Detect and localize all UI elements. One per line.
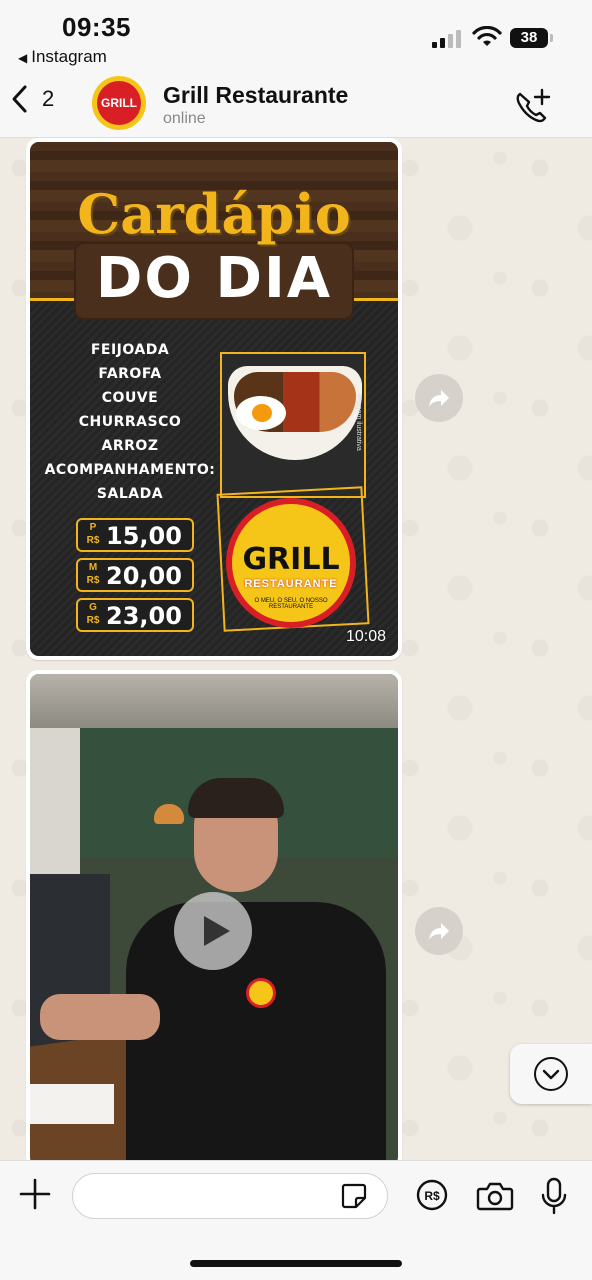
- message-composer: R$: [0, 1160, 592, 1280]
- poster-subtitle: DO DIA: [95, 246, 333, 311]
- video-thumbnail[interactable]: [30, 674, 398, 1166]
- poster-title: Cardápio: [77, 182, 351, 246]
- message-time: 10:08: [345, 628, 386, 645]
- price-tag: M R$ 20,00: [76, 558, 194, 592]
- price-size: P: [89, 522, 97, 533]
- logo-sub: RESTAURANTE: [244, 578, 338, 590]
- menu-item: SALADA: [96, 486, 164, 502]
- back-triangle-icon: ◀: [18, 51, 28, 65]
- person-hair: [188, 778, 284, 818]
- menu-item: FAROFA: [98, 366, 162, 382]
- grill-logo: GRILL RESTAURANTE O MEU, O SEU, O NOSSO …: [226, 498, 356, 628]
- payment-icon[interactable]: R$: [416, 1179, 448, 1211]
- cellular-signal-icon: [432, 28, 461, 48]
- contact-status: online: [163, 110, 206, 127]
- price-currency: R$: [86, 615, 100, 626]
- logo-tagline: O MEU, O SEU, O NOSSO RESTAURANTE: [254, 598, 328, 610]
- sticker-icon[interactable]: [340, 1182, 368, 1210]
- ceiling: [30, 674, 398, 728]
- price-value: 15,00: [106, 522, 182, 550]
- person-arm: [40, 994, 160, 1040]
- egg-yolk: [252, 404, 272, 422]
- menu-item: COUVE: [101, 390, 159, 406]
- forward-button[interactable]: [415, 907, 463, 955]
- forward-arrow-icon: [429, 390, 449, 407]
- price-size: G: [89, 602, 97, 613]
- paper-sheet: [30, 1084, 114, 1124]
- price-value: 20,00: [106, 562, 182, 590]
- back-app-label: Instagram: [31, 47, 107, 66]
- price-tag: P R$ 15,00: [76, 518, 194, 552]
- status-bar: 09:35 ◀ Instagram 38: [0, 0, 592, 70]
- wifi-icon: [472, 26, 502, 46]
- chevron-left-icon: [12, 85, 27, 113]
- logo-name: GRILL: [242, 542, 340, 577]
- chevron-down-circle-icon: [534, 1057, 568, 1091]
- phone-plus-icon[interactable]: [514, 88, 552, 124]
- back-button[interactable]: 2: [10, 84, 54, 114]
- scroll-to-bottom-button[interactable]: [510, 1044, 592, 1104]
- person-shirt: [126, 902, 386, 1166]
- price-tag: G R$ 23,00: [76, 598, 194, 632]
- battery-icon: 38: [510, 28, 553, 48]
- avatar-logo-text: GRILL: [97, 81, 141, 125]
- price-currency: R$: [86, 575, 100, 586]
- price-currency: R$: [86, 535, 100, 546]
- shirt-logo: [246, 978, 276, 1008]
- menu-item: ACOMPANHAMENTO:: [44, 462, 216, 478]
- food-photo: Imagem ilustrativa: [220, 352, 366, 498]
- price-value: 23,00: [106, 602, 182, 630]
- play-button[interactable]: [174, 892, 252, 970]
- svg-text:R$: R$: [424, 1189, 440, 1203]
- contact-name[interactable]: Grill Restaurante: [163, 82, 348, 109]
- menu-item: FEIJOADA: [90, 342, 170, 358]
- forward-arrow-icon: [429, 923, 449, 940]
- status-time: 09:35: [62, 12, 131, 42]
- battery-level-text: 38: [520, 29, 538, 46]
- plus-icon[interactable]: [18, 1177, 52, 1211]
- chat-header: 2 GRILL Grill Restaurante online: [0, 70, 592, 138]
- contact-avatar[interactable]: GRILL: [92, 76, 146, 130]
- image-caption: Imagem ilustrativa: [355, 394, 362, 451]
- forward-button[interactable]: [415, 374, 463, 422]
- price-size: M: [88, 562, 98, 573]
- menu-poster-image[interactable]: Cardápio DO DIA FEIJOADA FAROFA COUVE CH…: [30, 142, 398, 656]
- home-indicator: [190, 1260, 402, 1267]
- menu-item: CHURRASCO: [78, 414, 182, 430]
- unread-count: 2: [42, 86, 55, 111]
- camera-icon[interactable]: [476, 1181, 514, 1211]
- back-to-app-link[interactable]: ◀ Instagram: [18, 47, 107, 67]
- video-message[interactable]: [26, 670, 402, 1170]
- microphone-icon[interactable]: [540, 1177, 568, 1215]
- image-message[interactable]: Cardápio DO DIA FEIJOADA FAROFA COUVE CH…: [26, 138, 402, 660]
- hanging-lamp: [154, 804, 184, 824]
- menu-item: ARROZ: [101, 438, 159, 454]
- menu-list: FEIJOADA FAROFA COUVE CHURRASCO ARROZ AC…: [44, 338, 216, 506]
